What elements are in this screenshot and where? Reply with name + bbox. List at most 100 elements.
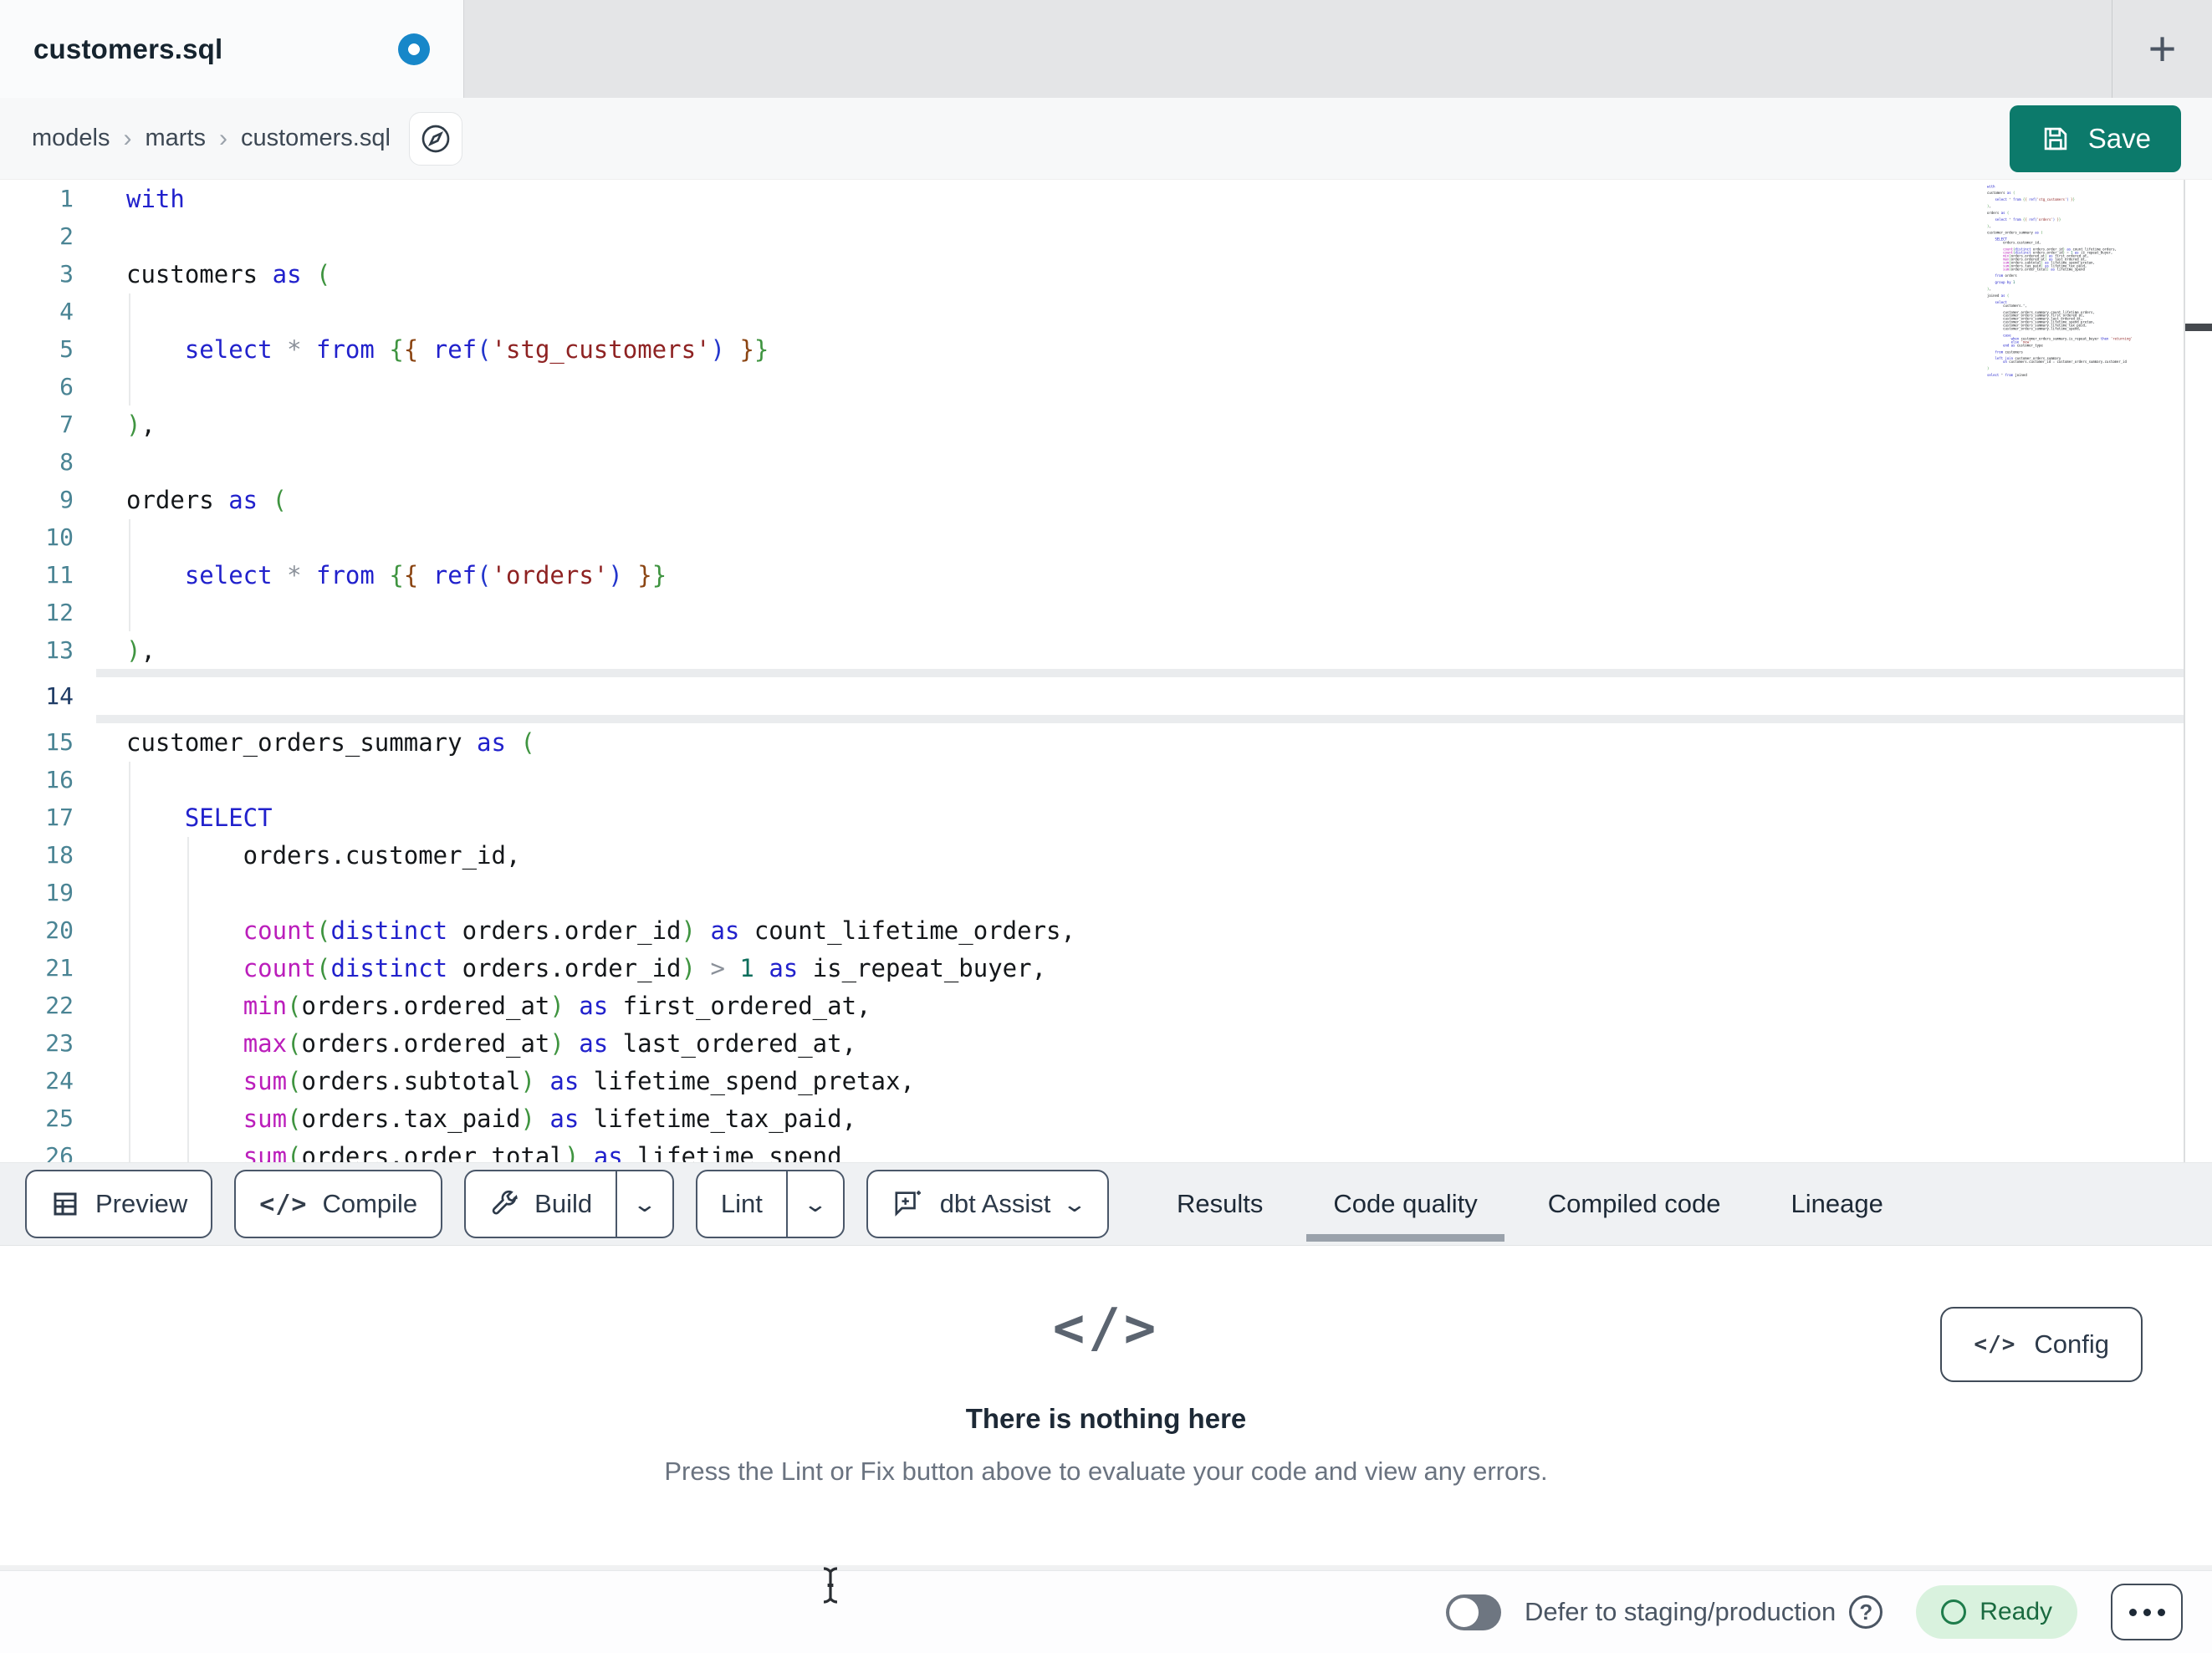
lint-button[interactable]: Lint ⌄ <box>695 1170 845 1238</box>
compile-button-label: Compile <box>322 1189 418 1218</box>
code-line-20[interactable]: 20 count(distinct orders.order_id) as co… <box>0 911 2212 949</box>
code-text: min(orders.ordered_at) as first_ordered_… <box>243 991 871 1020</box>
line-number: 21 <box>45 954 74 982</box>
code-line-14[interactable]: 14 <box>0 669 2212 723</box>
ready-status-badge: Ready <box>1916 1585 2077 1639</box>
empty-state: </> There is nothing here Press the Lint… <box>664 1298 1547 1487</box>
breadcrumb-separator-icon: › <box>123 124 132 152</box>
line-number: 18 <box>45 841 74 869</box>
code-editor[interactable]: 1 with 2 3 customers as (4 5 select * from {{… <box>0 180 2212 1162</box>
code-line-12[interactable]: 12 <box>0 594 2212 631</box>
code-text: with <box>126 184 185 213</box>
code-line-6[interactable]: 6 <box>0 368 2212 406</box>
line-number: 5 <box>59 335 74 363</box>
line-number: 20 <box>45 916 74 944</box>
code-line-11[interactable]: 11 select * from {{ ref('orders') }} <box>0 556 2212 594</box>
build-button-main[interactable]: Build <box>466 1171 616 1237</box>
code-line-26[interactable]: 26 sum(orders.order_total) as lifetime_s… <box>0 1137 2212 1163</box>
breadcrumb-models[interactable]: models <box>32 125 110 152</box>
editor-minimap[interactable]: with customers as ( select * from {{ ref… <box>1987 185 2178 384</box>
chevron-down-icon: ⌄ <box>802 1191 829 1217</box>
code-line-24[interactable]: 24 sum(orders.subtotal) as lifetime_spen… <box>0 1062 2212 1099</box>
config-button[interactable]: </> Config <box>1940 1307 2143 1382</box>
lint-button-main[interactable]: Lint <box>697 1171 786 1237</box>
breadcrumb-customers-sql[interactable]: customers.sql <box>241 125 391 152</box>
locate-in-tree-button[interactable] <box>408 111 462 166</box>
code-line-10[interactable]: 10 <box>0 518 2212 556</box>
code-lines: 1 with 2 3 customers as (4 5 select * from {{… <box>0 180 2212 1162</box>
preview-button[interactable]: Preview <box>25 1170 213 1238</box>
code-line-17[interactable]: 17 SELECT <box>0 798 2212 836</box>
code-line-25[interactable]: 25 sum(orders.tax_paid) as lifetime_tax_… <box>0 1099 2212 1137</box>
code-quality-panel: </> There is nothing here Press the Lint… <box>0 1246 2212 1565</box>
active-line-band <box>96 715 2184 723</box>
save-button-label: Save <box>2087 123 2151 154</box>
code-line-18[interactable]: 18 orders.customer_id, <box>0 836 2212 874</box>
code-line-2[interactable]: 2 <box>0 217 2212 255</box>
indent-guide <box>129 293 130 406</box>
dbt-assist-button[interactable]: dbt Assist ⌄ <box>866 1170 1110 1238</box>
code-slash-icon: </> <box>1052 1298 1160 1360</box>
code-line-13[interactable]: 13), <box>0 631 2212 669</box>
indent-guide <box>129 762 130 1162</box>
unsaved-changes-dot-icon <box>398 33 430 65</box>
ellipsis-icon <box>2128 1608 2137 1616</box>
code-line-3[interactable]: 3 customers as ( <box>0 255 2212 293</box>
line-number: 8 <box>59 448 74 476</box>
chevron-down-icon: ⌄ <box>631 1191 658 1217</box>
preview-button-label: Preview <box>95 1189 188 1218</box>
code-icon: </> <box>259 1189 308 1219</box>
code-line-5[interactable]: 5 select * from {{ ref('stg_customers') … <box>0 330 2212 368</box>
tab-results[interactable]: Results <box>1142 1163 1298 1245</box>
code-line-15[interactable]: 15 customer_orders_summary as ( <box>0 723 2212 761</box>
save-button[interactable]: Save <box>2009 105 2181 172</box>
line-number: 23 <box>45 1029 74 1057</box>
line-number: 11 <box>45 561 74 589</box>
tab-lineage[interactable]: Lineage <box>1756 1163 1918 1245</box>
code-line-7[interactable]: 7), <box>0 406 2212 443</box>
defer-label: Defer to staging/production <box>1525 1597 1837 1626</box>
code-line-8[interactable]: 8 <box>0 443 2212 481</box>
line-number: 6 <box>59 373 74 400</box>
editor-scrollbar-marker[interactable] <box>2185 324 2212 331</box>
minimap-code: with customers as ( select * from {{ ref… <box>1987 185 2133 378</box>
code-line-22[interactable]: 22 min(orders.ordered_at) as first_order… <box>0 987 2212 1024</box>
file-tab-customers-sql[interactable]: customers.sql <box>0 0 464 98</box>
chat-sparkle-icon <box>891 1187 925 1221</box>
build-button[interactable]: Build ⌄ <box>464 1170 674 1238</box>
file-tab-title: customers.sql <box>33 33 223 64</box>
build-dropdown-button[interactable]: ⌄ <box>616 1171 672 1237</box>
line-number: 22 <box>45 992 74 1019</box>
code-text: select * from {{ ref('orders') }} <box>184 560 667 589</box>
compile-button[interactable]: </> Compile <box>234 1170 443 1238</box>
indent-guide <box>129 519 130 631</box>
lint-dropdown-button[interactable]: ⌄ <box>785 1171 843 1237</box>
code-line-21[interactable]: 21 count(distinct orders.order_id) > 1 a… <box>0 949 2212 987</box>
code-line-16[interactable]: 16 <box>0 761 2212 798</box>
line-number: 17 <box>45 804 74 831</box>
line-number: 9 <box>59 486 74 513</box>
code-line-23[interactable]: 23 max(orders.ordered_at) as last_ordere… <box>0 1024 2212 1062</box>
line-number: 2 <box>59 222 74 250</box>
code-text: ), <box>126 635 156 665</box>
more-options-button[interactable] <box>2111 1584 2183 1640</box>
code-text: count(distinct orders.order_id) > 1 as i… <box>243 953 1047 982</box>
tab-code-quality[interactable]: Code quality <box>1298 1163 1512 1245</box>
code-line-9[interactable]: 9 orders as ( <box>0 481 2212 518</box>
line-number: 13 <box>45 636 74 664</box>
dbt-assist-button-label: dbt Assist <box>939 1189 1051 1218</box>
new-tab-button[interactable]: + <box>2112 0 2212 98</box>
line-number: 14 <box>45 682 74 710</box>
code-line-4[interactable]: 4 <box>0 293 2212 330</box>
breadcrumb-marts[interactable]: marts <box>146 125 207 152</box>
editor-tab-bar: customers.sql + <box>0 0 2212 98</box>
code-line-19[interactable]: 19 <box>0 874 2212 911</box>
code-text: orders.customer_id, <box>126 840 521 870</box>
tab-compiled-code[interactable]: Compiled code <box>1513 1163 1756 1245</box>
ready-circle-icon <box>1941 1599 1967 1625</box>
question-circle-icon[interactable]: ? <box>1849 1595 1883 1629</box>
defer-toggle[interactable] <box>1446 1594 1502 1630</box>
code-line-1[interactable]: 1 with <box>0 180 2212 217</box>
code-text: sum(orders.tax_paid) as lifetime_tax_pai… <box>243 1104 857 1133</box>
tab-bar-empty-area <box>464 0 2112 98</box>
